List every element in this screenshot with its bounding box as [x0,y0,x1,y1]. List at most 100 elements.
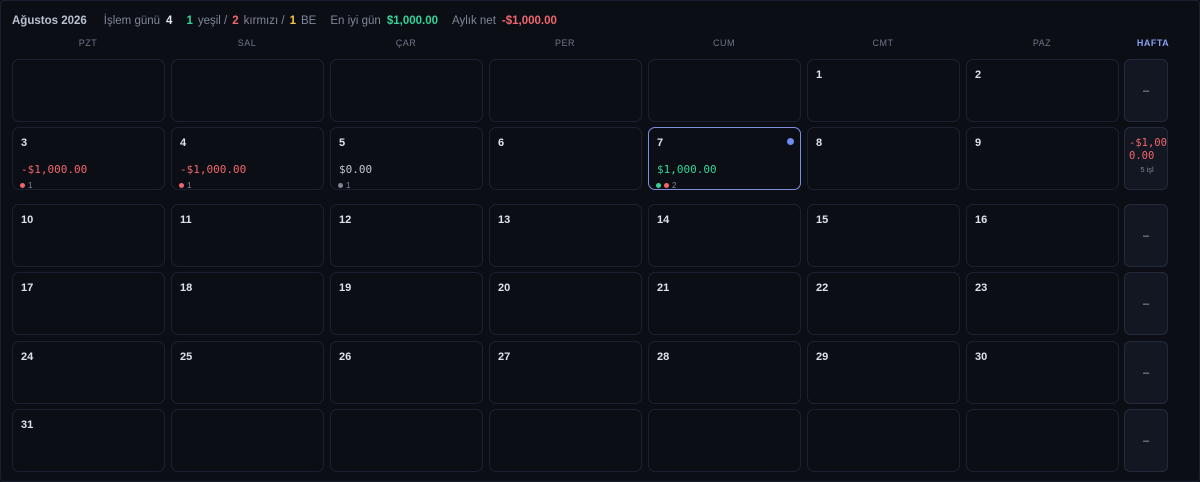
week-summary-4[interactable]: – [1124,272,1168,335]
month-title: Ağustos 2026 [12,15,87,27]
day-pnl: -$1,000.00 [180,163,247,176]
red-count: 2 [232,15,239,27]
day-number: 15 [816,214,829,226]
day-cell-21[interactable]: 21 [648,272,801,335]
day-cell-5[interactable]: 5 $0.00 1 [330,127,483,190]
day-number: 1 [816,69,823,81]
day-cell-16[interactable]: 16 [966,204,1119,267]
day-cell-15[interactable]: 15 [807,204,960,267]
calendar-cell-empty [489,59,642,122]
week-summary-5[interactable]: – [1124,341,1168,404]
day-number: 13 [498,214,511,226]
day-cell-30[interactable]: 30 [966,341,1119,404]
day-cell-7-selected[interactable]: 7 $1,000.00 2 [648,127,801,190]
day-number: 25 [180,351,193,363]
day-cell-13[interactable]: 13 [489,204,642,267]
weekday-header-sat: CMT [872,38,894,48]
loss-dot-icon [664,183,669,188]
day-number: 16 [975,214,988,226]
trade-count-value: 2 [672,181,677,190]
calendar-cell-empty [171,409,324,472]
day-cell-12[interactable]: 12 [330,204,483,267]
day-number: 2 [975,69,982,81]
trade-count-value: 1 [28,181,33,190]
day-number: 3 [21,137,28,149]
green-label: yeşil / [197,15,228,27]
day-cell-1[interactable]: 1 [807,59,960,122]
week-summary-6[interactable]: – [1124,409,1168,472]
day-cell-20[interactable]: 20 [489,272,642,335]
day-number: 8 [816,137,823,149]
day-number: 4 [180,137,187,149]
day-number: 6 [498,137,505,149]
best-day-value: $1,000.00 [386,15,438,27]
day-number: 30 [975,351,988,363]
week-summary-2[interactable]: -$1,000.00 5 işl [1124,127,1168,190]
day-number: 18 [180,282,193,294]
day-number: 23 [975,282,988,294]
day-number: 5 [339,137,346,149]
monthly-net-label: Aylık net [452,15,496,27]
today-marker-icon [787,138,794,145]
day-cell-11[interactable]: 11 [171,204,324,267]
day-number: 19 [339,282,352,294]
day-cell-26[interactable]: 26 [330,341,483,404]
trading-days-label: İşlem günü [103,15,161,27]
day-cell-10[interactable]: 10 [12,204,165,267]
trade-count: 1 [20,181,32,190]
day-cell-29[interactable]: 29 [807,341,960,404]
day-number: 10 [21,214,34,226]
day-cell-4[interactable]: 4 -$1,000.00 1 [171,127,324,190]
red-label: kırmızı / [243,15,285,27]
day-cell-27[interactable]: 27 [489,341,642,404]
day-cell-2[interactable]: 2 [966,59,1119,122]
day-cell-17[interactable]: 17 [12,272,165,335]
day-cell-28[interactable]: 28 [648,341,801,404]
day-number: 7 [657,137,664,149]
day-number: 12 [339,214,352,226]
week-summary-1[interactable]: – [1124,59,1168,122]
calendar-cell-empty [648,59,801,122]
day-number: 14 [657,214,670,226]
day-number: 22 [816,282,829,294]
week-summary-3[interactable]: – [1124,204,1168,267]
day-number: 11 [180,214,192,226]
day-cell-3[interactable]: 3 -$1,000.00 1 [12,127,165,190]
day-cell-8[interactable]: 8 [807,127,960,190]
trade-count: 1 [179,181,191,190]
day-cell-9[interactable]: 9 [966,127,1119,190]
day-cell-22[interactable]: 22 [807,272,960,335]
trading-days-value: 4 [166,15,173,27]
day-pnl: -$1,000.00 [21,163,88,176]
day-cell-24[interactable]: 24 [12,341,165,404]
calendar-cell-empty [648,409,801,472]
day-cell-18[interactable]: 18 [171,272,324,335]
best-day-label: En iyi gün [330,15,381,27]
weekday-header-mon: PZT [78,38,98,48]
day-cell-6[interactable]: 6 [489,127,642,190]
calendar-cell-empty [12,59,165,122]
day-pnl: $1,000.00 [657,163,717,176]
loss-dot-icon [179,183,184,188]
day-number: 17 [21,282,34,294]
weekday-header-wed: ÇAR [395,38,417,48]
calendar-cell-empty [330,59,483,122]
day-cell-14[interactable]: 14 [648,204,801,267]
trade-count-value: 1 [187,181,192,190]
weekday-header-thu: PER [554,38,575,48]
calendar-cell-empty [330,409,483,472]
day-pnl: $0.00 [339,163,373,176]
day-number: 21 [657,282,670,294]
weekday-header-tue: SAL [237,38,257,48]
day-number: 31 [21,419,34,431]
day-cell-23[interactable]: 23 [966,272,1119,335]
week-trade-count: 5 işl [1140,165,1154,174]
day-cell-25[interactable]: 25 [171,341,324,404]
weekday-header-sun: PAZ [1032,38,1052,48]
day-cell-19[interactable]: 19 [330,272,483,335]
day-number: 24 [21,351,34,363]
day-cell-31[interactable]: 31 [12,409,165,472]
breakeven-dot-icon [338,183,343,188]
day-number: 29 [816,351,829,363]
week-header: HAFTA [1136,38,1170,48]
